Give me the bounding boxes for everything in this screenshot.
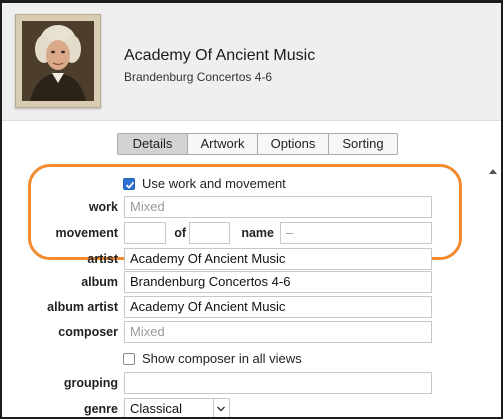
album-artist-heading: Academy Of Ancient Music	[124, 47, 316, 64]
of-row: of	[168, 222, 188, 244]
info-window: Academy Of Ancient Music Brandenburg Con…	[0, 0, 503, 419]
tab-bar: Details Artwork Options Sorting	[117, 133, 398, 155]
portrait-image	[22, 21, 94, 101]
genre-row: genre	[2, 398, 118, 417]
genre-select[interactable]: Classical	[124, 398, 214, 417]
album-row: album	[2, 271, 118, 293]
artist-label: artist	[87, 252, 118, 266]
show-composer-option[interactable]: Show composer in all views	[123, 351, 302, 367]
show-composer-checkbox[interactable]	[123, 353, 135, 365]
work-field[interactable]: Mixed	[124, 196, 432, 218]
movement-count-field[interactable]	[189, 222, 230, 244]
grouping-row: grouping	[2, 372, 118, 394]
album-artist-label: album artist	[47, 300, 118, 314]
album-field[interactable]: Brandenburg Concertos 4-6	[124, 271, 432, 293]
movement-number-field[interactable]	[124, 222, 166, 244]
album-artist-row: album artist	[2, 296, 118, 318]
checkmark-icon	[125, 181, 135, 189]
tab-details[interactable]: Details	[118, 134, 188, 154]
album-artwork	[15, 14, 101, 108]
artist-row: artist	[2, 248, 118, 270]
use-work-label: Use work and movement	[142, 176, 286, 191]
genre-label: genre	[83, 402, 118, 416]
tab-sorting[interactable]: Sorting	[329, 134, 397, 154]
movement-name-field[interactable]: –	[280, 222, 432, 244]
grouping-label: grouping	[63, 376, 118, 390]
show-composer-label: Show composer in all views	[142, 351, 302, 366]
movement-label: movement	[55, 226, 118, 240]
of-label: of	[174, 226, 186, 240]
use-work-option[interactable]: Use work and movement	[123, 176, 286, 192]
composer-field[interactable]: Mixed	[124, 321, 432, 343]
info-header: Academy Of Ancient Music Brandenburg Con…	[2, 3, 501, 121]
work-label: work	[88, 200, 118, 214]
scroll-up-arrow-icon[interactable]	[489, 169, 497, 174]
grouping-field[interactable]	[124, 372, 432, 394]
use-work-checkbox[interactable]	[123, 178, 135, 190]
tab-artwork[interactable]: Artwork	[188, 134, 258, 154]
composer-row: composer	[2, 321, 118, 343]
chevron-down-icon	[217, 406, 225, 412]
movement-row: movement	[2, 222, 118, 244]
album-label: album	[81, 275, 118, 289]
artist-field[interactable]: Academy Of Ancient Music	[124, 248, 432, 270]
genre-dropdown-button[interactable]	[214, 398, 230, 417]
album-artist-field[interactable]: Academy Of Ancient Music	[124, 296, 432, 318]
name-row: name	[230, 222, 274, 244]
name-label: name	[241, 226, 274, 240]
composer-label: composer	[58, 325, 118, 339]
work-row: work	[2, 196, 118, 218]
tab-options[interactable]: Options	[258, 134, 329, 154]
album-title-heading: Brandenburg Concertos 4-6	[124, 70, 273, 84]
